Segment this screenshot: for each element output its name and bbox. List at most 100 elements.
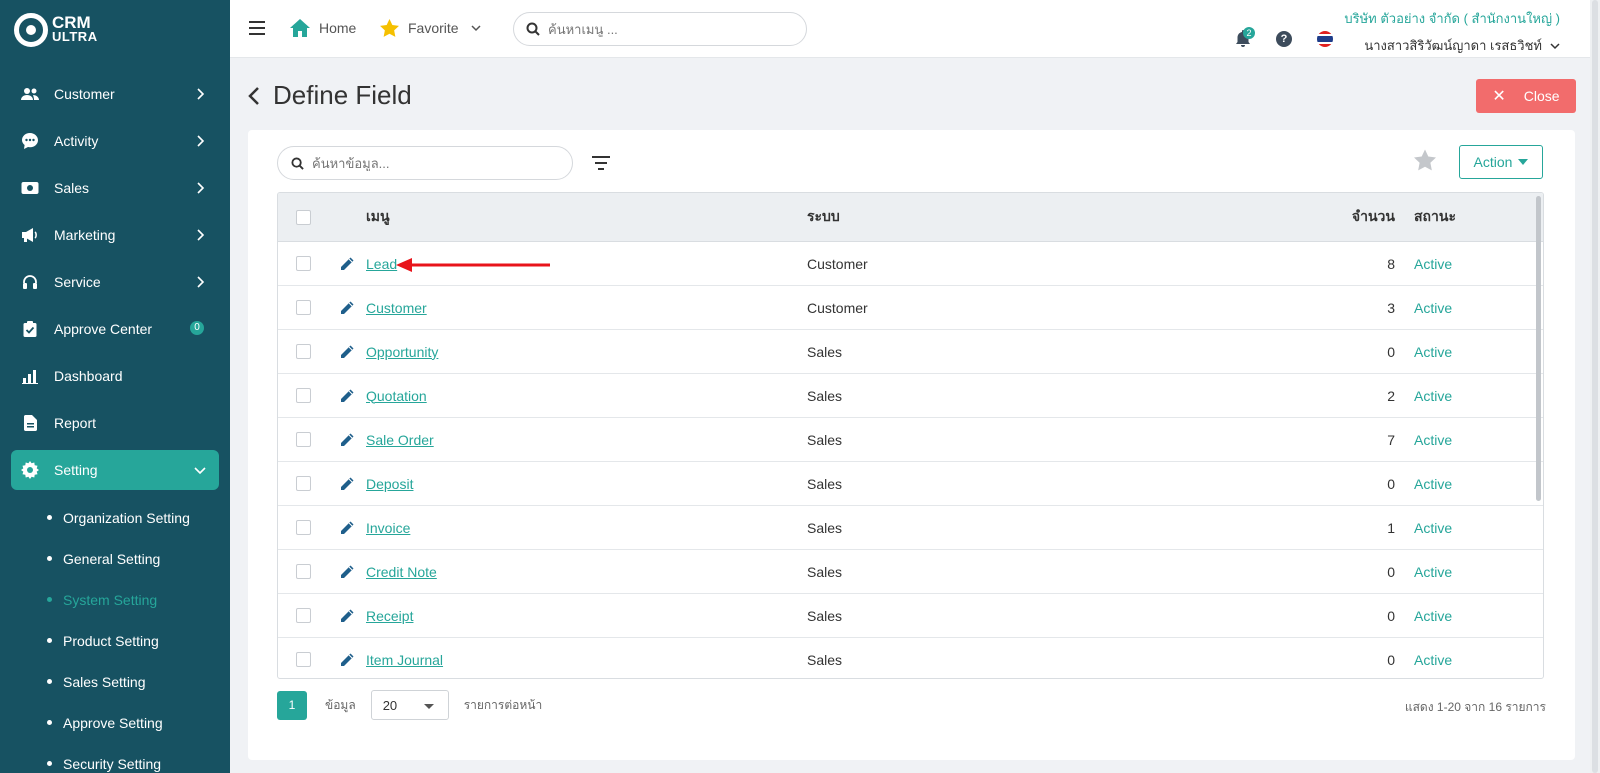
row-checkbox[interactable] bbox=[295, 256, 311, 271]
table-row: Deposit Sales 0 Active bbox=[278, 462, 1543, 506]
back-arrow-icon[interactable] bbox=[247, 86, 261, 106]
menu-link[interactable]: Deposit bbox=[366, 476, 413, 492]
status-cell: Active bbox=[1414, 607, 1453, 624]
submenu-item-label: Organization Setting bbox=[63, 509, 190, 526]
page-scrollbar-thumb[interactable] bbox=[1592, 0, 1598, 773]
system-cell: Sales bbox=[807, 475, 843, 492]
column-header-system[interactable]: ระบบ bbox=[807, 206, 1237, 228]
submenu-item-organization-setting[interactable]: Organization Setting bbox=[0, 497, 230, 538]
row-checkbox[interactable] bbox=[295, 344, 311, 359]
menu-link[interactable]: Customer bbox=[366, 300, 427, 316]
edit-pencil-icon[interactable] bbox=[339, 256, 355, 272]
page-scrollbar[interactable] bbox=[1590, 0, 1600, 773]
column-header-count[interactable]: จำนวน bbox=[1237, 206, 1407, 228]
edit-pencil-icon[interactable] bbox=[339, 476, 355, 492]
table-body: Lead Customer 8 Active Customer Customer 3 Acti… bbox=[278, 242, 1543, 678]
favorite-star-icon[interactable] bbox=[1414, 149, 1436, 171]
count-cell: 0 bbox=[1387, 651, 1395, 668]
status-cell: Active bbox=[1414, 519, 1453, 536]
help-icon[interactable]: ? bbox=[1276, 31, 1292, 47]
menu-link[interactable]: Opportunity bbox=[366, 344, 438, 360]
row-checkbox[interactable] bbox=[295, 652, 311, 667]
row-checkbox[interactable] bbox=[295, 432, 311, 447]
sidebar-item-label: Setting bbox=[54, 462, 98, 478]
home-link[interactable]: Home bbox=[290, 19, 356, 37]
row-checkbox[interactable] bbox=[295, 564, 311, 579]
table-row: Receipt Sales 0 Active bbox=[278, 594, 1543, 638]
menu-link[interactable]: Receipt bbox=[366, 608, 413, 624]
submenu-item-approve-setting[interactable]: Approve Setting bbox=[0, 702, 230, 743]
setting-submenu: Organization Setting General Setting Sys… bbox=[0, 497, 230, 773]
table-scrollbar[interactable] bbox=[1536, 196, 1541, 501]
sidebar-item-dashboard[interactable]: Dashboard bbox=[11, 356, 219, 396]
data-search bbox=[277, 146, 573, 180]
select-all-checkbox[interactable] bbox=[295, 209, 311, 225]
thai-flag-icon[interactable] bbox=[1317, 31, 1333, 47]
table-header: เมนู ระบบ จำนวน สถานะ bbox=[278, 193, 1543, 242]
submenu-item-label: Sales Setting bbox=[63, 673, 146, 690]
sidebar-item-report[interactable]: Report bbox=[11, 403, 219, 443]
hamburger-menu-icon[interactable] bbox=[249, 20, 265, 36]
system-cell: Sales bbox=[807, 607, 843, 624]
column-header-menu[interactable]: เมนู bbox=[366, 206, 807, 228]
cash-icon bbox=[21, 179, 39, 197]
menu-link[interactable]: Sale Order bbox=[366, 432, 434, 448]
column-header-status[interactable]: สถานะ bbox=[1407, 206, 1507, 228]
bullet-icon bbox=[47, 761, 52, 766]
sidebar-item-marketing[interactable]: Marketing bbox=[11, 215, 219, 255]
edit-pencil-icon[interactable] bbox=[339, 388, 355, 404]
edit-pencil-icon[interactable] bbox=[339, 564, 355, 580]
submenu-item-system-setting[interactable]: System Setting bbox=[0, 579, 230, 620]
edit-pencil-icon[interactable] bbox=[339, 520, 355, 536]
edit-pencil-icon[interactable] bbox=[339, 300, 355, 316]
edit-pencil-icon[interactable] bbox=[339, 432, 355, 448]
annotation-arrow-icon bbox=[396, 258, 550, 272]
submenu-item-sales-setting[interactable]: Sales Setting bbox=[0, 661, 230, 702]
sidebar-item-setting[interactable]: Setting bbox=[11, 450, 219, 490]
menu-link[interactable]: Item Journal bbox=[366, 652, 443, 668]
menu-link[interactable]: Lead bbox=[366, 256, 397, 272]
menu-link[interactable]: Quotation bbox=[366, 388, 427, 404]
approve-count-badge: 0 bbox=[190, 321, 204, 335]
user-info[interactable]: บริษัท ตัวอย่าง จำกัด ( สำนักงานใหญ่ ) น… bbox=[1344, 8, 1560, 56]
bullet-icon bbox=[47, 638, 52, 643]
notification-button[interactable]: 2 bbox=[1235, 27, 1255, 48]
sidebar-item-approve-center[interactable]: Approve Center 0 bbox=[11, 309, 219, 349]
favorite-dropdown[interactable]: Favorite bbox=[380, 19, 481, 37]
row-checkbox[interactable] bbox=[295, 608, 311, 623]
page-size-select[interactable]: 20 bbox=[370, 690, 449, 720]
count-cell: 2 bbox=[1387, 387, 1395, 404]
sidebar-item-service[interactable]: Service bbox=[11, 262, 219, 302]
row-checkbox[interactable] bbox=[295, 476, 311, 491]
submenu-item-general-setting[interactable]: General Setting bbox=[0, 538, 230, 579]
edit-pencil-icon[interactable] bbox=[339, 344, 355, 360]
close-button[interactable]: ✕ Close bbox=[1476, 79, 1576, 113]
sidebar-item-sales[interactable]: Sales bbox=[11, 168, 219, 208]
sidebar-item-activity[interactable]: Activity bbox=[11, 121, 219, 161]
menu-search-input[interactable] bbox=[548, 21, 788, 37]
page-number-button[interactable]: 1 bbox=[277, 690, 307, 720]
menu-link[interactable]: Credit Note bbox=[366, 564, 437, 580]
chevron-right-icon bbox=[197, 182, 205, 194]
edit-pencil-icon[interactable] bbox=[339, 608, 355, 624]
filter-icon[interactable] bbox=[592, 155, 610, 171]
row-checkbox[interactable] bbox=[295, 388, 311, 403]
row-checkbox[interactable] bbox=[295, 520, 311, 535]
submenu-item-label: Security Setting bbox=[63, 755, 162, 772]
app-logo[interactable]: CRM ULTRA bbox=[0, 0, 230, 60]
sidebar-item-customer[interactable]: Customer bbox=[11, 74, 219, 114]
logo-icon bbox=[14, 13, 48, 47]
headset-icon bbox=[21, 273, 39, 291]
status-cell: Active bbox=[1414, 255, 1453, 272]
user-name: นางสาวสิริวัฒน์ญาดา เรสธวิชท์ bbox=[1364, 38, 1542, 53]
edit-pencil-icon[interactable] bbox=[339, 652, 355, 668]
row-checkbox[interactable] bbox=[295, 300, 311, 315]
data-search-input[interactable] bbox=[312, 155, 552, 171]
menu-link[interactable]: Invoice bbox=[366, 520, 410, 536]
submenu-item-product-setting[interactable]: Product Setting bbox=[0, 620, 230, 661]
page-title: Define Field bbox=[273, 80, 412, 110]
action-button[interactable]: Action bbox=[1459, 145, 1543, 179]
count-cell: 7 bbox=[1387, 431, 1395, 448]
sidebar-item-label: Marketing bbox=[54, 227, 116, 243]
submenu-item-security-setting[interactable]: Security Setting bbox=[0, 743, 230, 773]
